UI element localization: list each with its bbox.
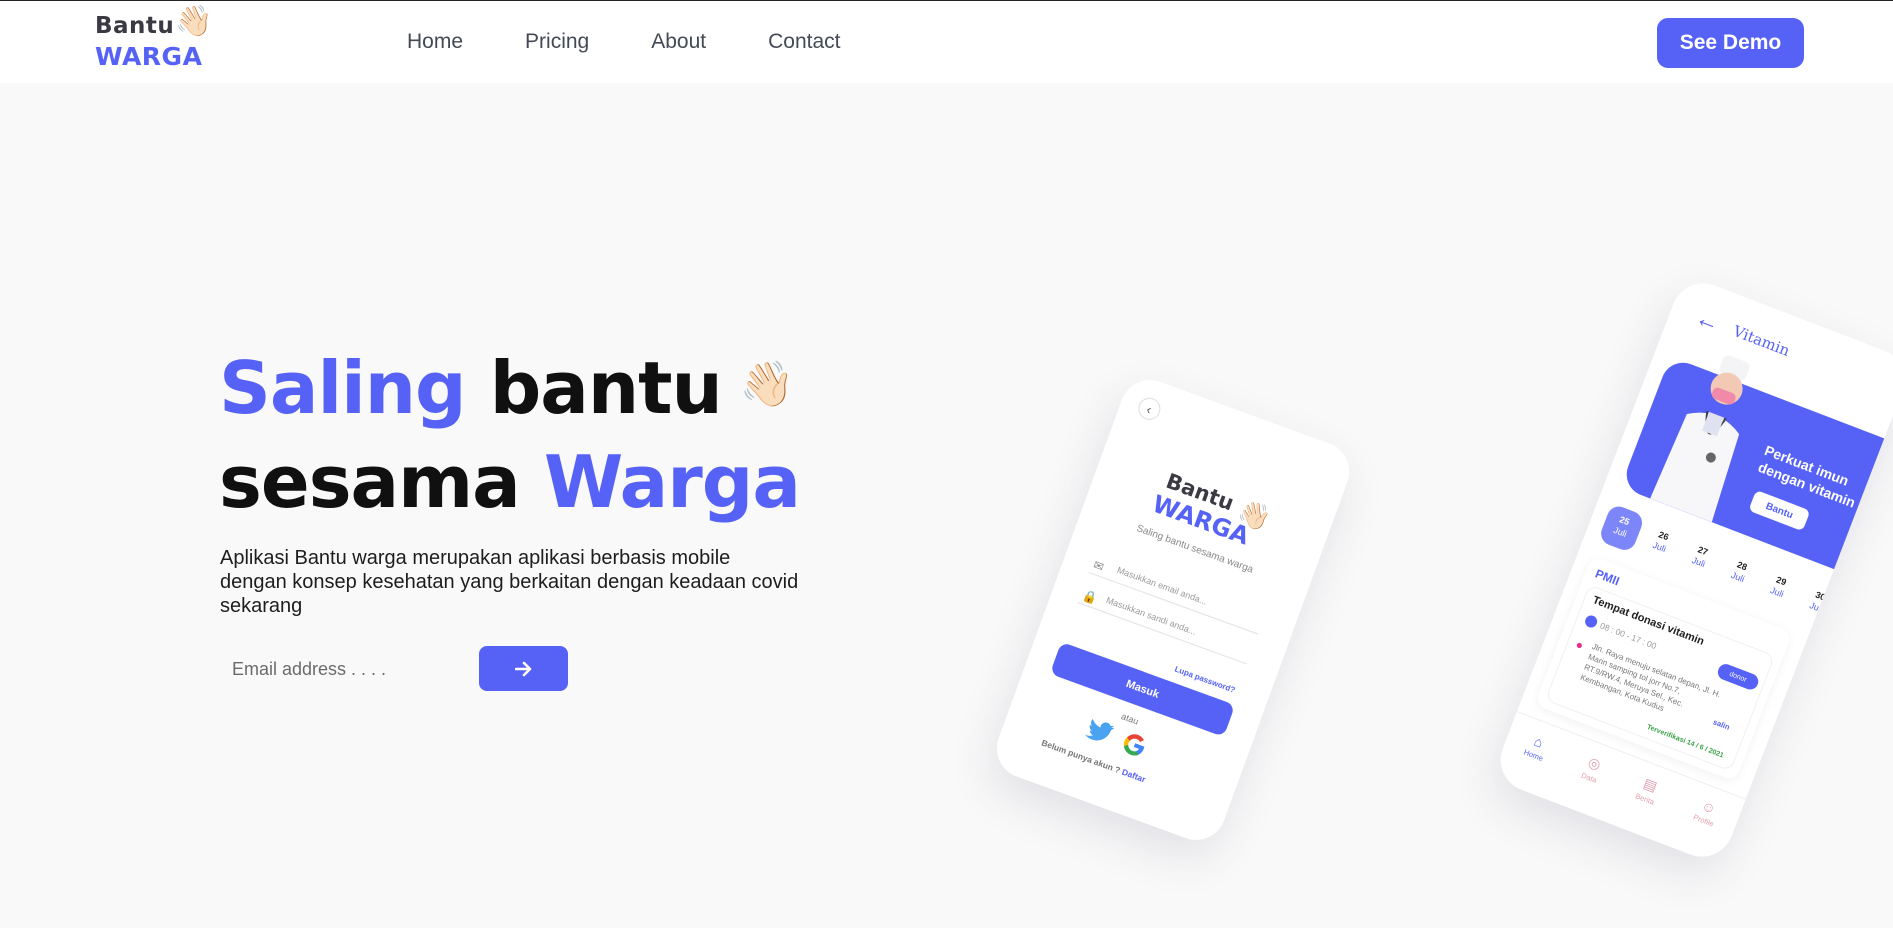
date-day: 29 — [1774, 574, 1788, 588]
arrow-right-icon — [514, 661, 531, 676]
mail-icon: ✉ — [1091, 557, 1106, 575]
nav-home-link[interactable]: Home — [407, 29, 463, 55]
card-address: Jln. Raya menuju selatan depan, Jl. H. M… — [1578, 641, 1722, 713]
signup-link: Daftar — [1120, 766, 1148, 785]
hero-title-word2: bantu — [489, 346, 723, 430]
hero-title-word3: sesama — [219, 440, 521, 524]
phone-login-button: Masuk — [1049, 641, 1236, 737]
bottom-nav-label: Home — [1522, 747, 1545, 764]
nav-contact-link[interactable]: Contact — [768, 29, 840, 55]
or-separator: atau — [1119, 711, 1140, 727]
card-org: PMII — [1593, 566, 1622, 589]
main-nav: Home Pricing About Contact — [407, 29, 903, 55]
date-month: Juli — [1808, 600, 1825, 615]
clock-icon — [1583, 613, 1599, 630]
twitter-icon — [1085, 718, 1115, 741]
brand-line1: Bantu — [95, 13, 175, 39]
navbar: Bantu 👋🏻 WARGA Home Pricing About Contac… — [0, 1, 1893, 83]
date-day: 27 — [1696, 544, 1710, 558]
bottom-nav-data: ◎ Data — [1569, 753, 1605, 814]
date-chip: 30 Juli — [1794, 578, 1842, 628]
social-login — [1083, 717, 1149, 761]
date-chip: 26 Juli — [1637, 518, 1685, 568]
brand-line2: WARGA — [95, 42, 203, 71]
hero-title-word1: Saling — [219, 346, 467, 430]
copy-link: salin — [1711, 717, 1732, 732]
date-day: 30 — [1814, 589, 1827, 603]
brand-logo[interactable]: Bantu 👋🏻 WARGA — [95, 7, 215, 73]
nav-about-link[interactable]: About — [651, 29, 706, 55]
email-submit-button[interactable] — [479, 646, 568, 691]
date-day: 28 — [1735, 559, 1749, 573]
date-chip: 27 Juli — [1676, 533, 1724, 583]
waving-hand-icon: 👋🏻 — [175, 5, 213, 38]
user-icon: ☺ — [1699, 796, 1719, 818]
chart-icon: ◎ — [1586, 753, 1604, 773]
banner-bantu-button: Bantu — [1748, 489, 1811, 532]
hero-title-word4: Warga — [543, 440, 801, 524]
phone-vitamin-title: Vitamin — [1730, 321, 1793, 360]
card-donate-badge: donor — [1715, 661, 1761, 692]
verified-label: Terverifikasi 14 / 6 / 2021 — [1645, 723, 1725, 760]
date-chip: 29 Juli — [1754, 563, 1802, 613]
phone-mockup-vitamin: ← Vitamin Perkuat imun dengan vitamin Ba… — [1491, 274, 1893, 866]
location-pin-icon: ● — [1573, 637, 1586, 653]
hero-description: Aplikasi Bantu warga merupakan aplikasi … — [220, 547, 799, 617]
email-input[interactable] — [220, 647, 470, 691]
date-chip: 25 Juli — [1597, 503, 1646, 554]
date-day: 25 — [1617, 514, 1631, 528]
hero-title: Saling bantu 👋🏻 sesama Warga — [219, 338, 801, 529]
bottom-nav-profile: ☺ Profile — [1681, 796, 1722, 859]
date-day: 26 — [1657, 529, 1671, 543]
back-arrow-icon: ← — [1691, 303, 1724, 338]
back-icon: ‹ — [1135, 394, 1164, 423]
news-icon: ▤ — [1641, 774, 1660, 795]
nav-pricing-link[interactable]: Pricing — [525, 29, 589, 55]
lock-icon: 🔒 — [1080, 587, 1100, 606]
bottom-nav-home: ⌂ Home — [1511, 731, 1551, 793]
waving-hand-icon: 👋🏻 — [739, 359, 795, 410]
see-demo-button[interactable]: See Demo — [1657, 18, 1804, 68]
phone-mockup-login: ‹ Bantu 👋🏻 WARGA Saling bantu sesama war… — [988, 371, 1358, 849]
google-icon — [1123, 734, 1145, 756]
bottom-nav-news: ▤ Berita — [1623, 774, 1662, 836]
date-chip: 28 Juli — [1715, 548, 1763, 598]
home-icon: ⌂ — [1531, 732, 1546, 751]
